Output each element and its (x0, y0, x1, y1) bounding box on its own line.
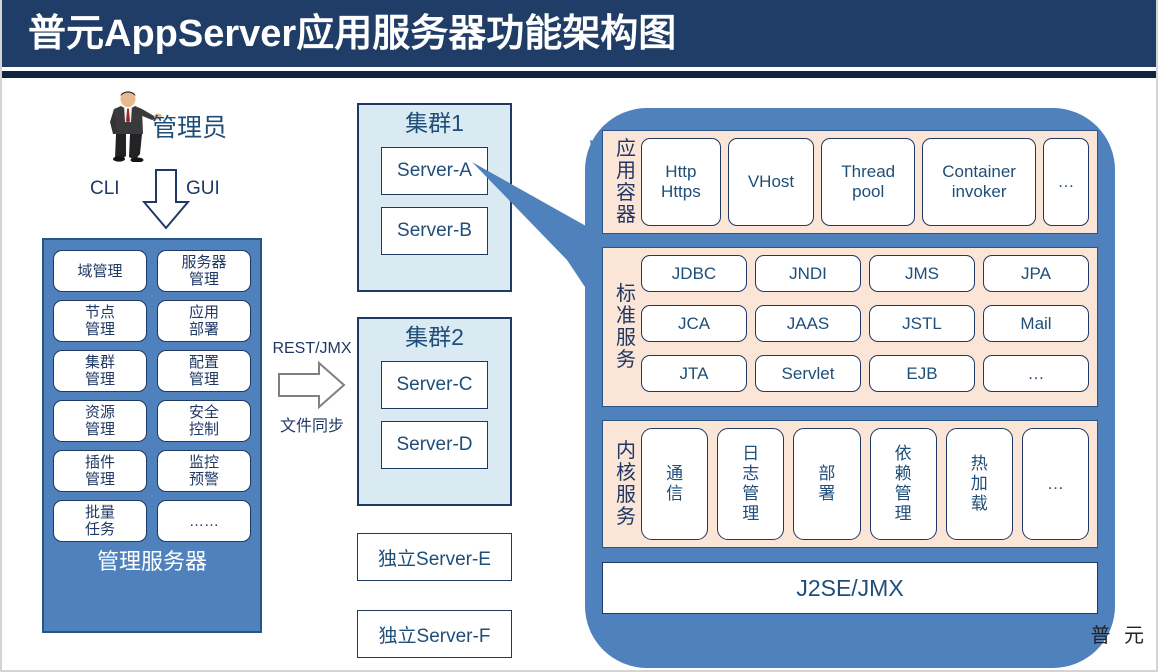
cluster-1-title: 集群1 (405, 110, 464, 136)
application-container-label: 应用容器 (616, 138, 636, 226)
standard-services-label: 标准服务 (616, 283, 636, 371)
right-arrow-icon (278, 360, 346, 410)
management-server-panel: 域管理 服务器 管理 节点 管理 应用 部署 集群 管理 配置 管理 资源 管理… (42, 238, 262, 633)
standalone-server-f[interactable]: 独立Server-F (357, 610, 512, 658)
j2se-jmx-bar: J2SE/JMX (602, 562, 1098, 614)
mgmt-item-monitor[interactable]: 监控 预警 (157, 450, 251, 492)
chip-ejb[interactable]: EJB (869, 355, 975, 392)
chip-jaas[interactable]: JAAS (755, 305, 861, 342)
rest-jmx-label: REST/JMX (272, 340, 352, 357)
chip-jca[interactable]: JCA (641, 305, 747, 342)
chip-jdbc[interactable]: JDBC (641, 255, 747, 292)
standard-services-layer: 标准服务 JDBC JNDI JMS JPA JCA JAAS JSTL Mai… (602, 247, 1098, 407)
server-detail-panel: 应用容器 Http Https VHost Thread pool Contai… (585, 108, 1115, 668)
kernel-services-label: 内核服务 (616, 440, 636, 528)
cli-gui-arrow-group: CLI GUI (90, 168, 225, 234)
chip-container-invoker[interactable]: Container invoker (922, 138, 1037, 226)
chip-kernel-more[interactable]: … (1021, 428, 1090, 540)
standalone-server-e[interactable]: 独立Server-E (357, 533, 512, 581)
page-title: 普元AppServer应用服务器功能架构图 (28, 12, 677, 55)
chip-jms[interactable]: JMS (869, 255, 975, 292)
administrator-label: 管理员 (152, 114, 228, 142)
chip-thread-pool[interactable]: Thread pool (821, 138, 916, 226)
chip-std-more[interactable]: … (983, 355, 1089, 392)
chip-jndi[interactable]: JNDI (755, 255, 861, 292)
down-arrow-icon (142, 169, 190, 230)
administrator-group: 管理员 (102, 90, 332, 163)
chip-jstl[interactable]: JSTL (869, 305, 975, 342)
mgmt-item-config[interactable]: 配置 管理 (157, 350, 251, 392)
rest-jmx-arrow-group: REST/JMX 文件同步 (264, 340, 360, 440)
chip-servlet[interactable]: Servlet (755, 355, 861, 392)
chip-vhost[interactable]: VHost (727, 138, 815, 226)
chip-app-more[interactable]: … (1043, 138, 1090, 226)
mgmt-item-node[interactable]: 节点 管理 (53, 300, 147, 342)
chip-communication[interactable]: 通信 (641, 428, 709, 540)
mgmt-item-batch[interactable]: 批量 任务 (53, 500, 147, 542)
management-server-title: 管理服务器 (96, 549, 207, 574)
standard-services-items: JDBC JNDI JMS JPA JCA JAAS JSTL Mail JTA… (641, 255, 1089, 399)
mgmt-item-more[interactable]: …… (157, 500, 251, 542)
mgmt-item-cluster[interactable]: 集群 管理 (53, 350, 147, 392)
mgmt-item-domain[interactable]: 域管理 (53, 250, 147, 292)
chip-deployment[interactable]: 部署 (793, 428, 861, 540)
title-divider (2, 71, 1156, 78)
mgmt-item-security[interactable]: 安全 控制 (157, 400, 251, 442)
application-container-items: Http Https VHost Thread pool Container i… (641, 138, 1090, 226)
chip-log-management[interactable]: 日志管理 (717, 428, 785, 540)
cluster-2: 集群2 Server-C Server-D (357, 317, 512, 506)
application-container-layer: 应用容器 Http Https VHost Thread pool Contai… (602, 130, 1098, 234)
diagram-page: 普元AppServer应用服务器功能架构图 管理员 CLI GUI 域管理 服务… (0, 0, 1158, 672)
kernel-services-layer: 内核服务 通信 日志管理 部署 依赖管理 热加载 … (602, 420, 1098, 548)
mgmt-item-resource[interactable]: 资源 管理 (53, 400, 147, 442)
chip-http-https[interactable]: Http Https (641, 138, 721, 226)
chip-hot-reload[interactable]: 热加载 (945, 428, 1013, 540)
mgmt-item-plugin[interactable]: 插件 管理 (53, 450, 147, 492)
cli-label: CLI (90, 178, 120, 199)
mgmt-item-server[interactable]: 服务器 管理 (157, 250, 251, 292)
chip-mail[interactable]: Mail (983, 305, 1089, 342)
kernel-services-items: 通信 日志管理 部署 依赖管理 热加载 … (641, 428, 1090, 540)
title-bar: 普元AppServer应用服务器功能架构图 (2, 0, 1156, 67)
server-d[interactable]: Server-D (381, 421, 488, 469)
mgmt-item-app-deploy[interactable]: 应用 部署 (157, 300, 251, 342)
management-feature-grid: 域管理 服务器 管理 节点 管理 应用 部署 集群 管理 配置 管理 资源 管理… (53, 250, 251, 542)
file-sync-label: 文件同步 (279, 418, 344, 435)
server-c[interactable]: Server-C (381, 361, 488, 409)
chip-dependency-management[interactable]: 依赖管理 (869, 428, 937, 540)
chip-jpa[interactable]: JPA (983, 255, 1089, 292)
watermark: 普 元 (1090, 625, 1148, 647)
gui-label: GUI (186, 178, 220, 199)
chip-jta[interactable]: JTA (641, 355, 747, 392)
